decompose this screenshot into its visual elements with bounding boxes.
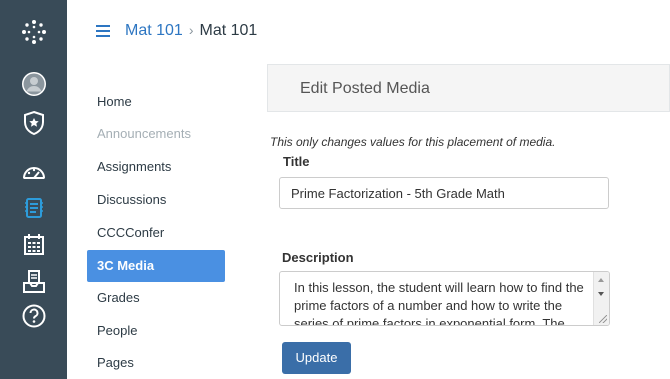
inbox-icon[interactable] (0, 266, 67, 298)
account-icon[interactable] (0, 68, 67, 100)
resize-grip-icon[interactable] (599, 315, 607, 323)
breadcrumb-course-link[interactable]: Mat 101 (125, 22, 183, 39)
description-text: In this lesson, the student will learn h… (294, 280, 584, 326)
edit-media-panel: Edit Posted Media (267, 64, 670, 112)
admin-icon[interactable] (0, 107, 67, 139)
course-nav-announcements[interactable]: Announcements (87, 118, 225, 150)
title-input[interactable]: Prime Factorization - 5th Grade Math (279, 177, 609, 209)
breadcrumb: Mat 101 › Mat 101 (125, 22, 257, 40)
title-label: Title (283, 154, 310, 169)
course-nav-3c-media[interactable]: 3C Media (87, 250, 225, 282)
header: Mat 101 › Mat 101 (67, 0, 670, 60)
panel-title: Edit Posted Media (300, 80, 430, 97)
scroll-up-icon[interactable] (598, 278, 604, 282)
course-nav-discussions[interactable]: Discussions (87, 184, 225, 216)
update-button[interactable]: Update (282, 342, 351, 374)
course-nav-pages[interactable]: Pages (87, 347, 225, 379)
help-icon[interactable] (0, 300, 67, 332)
description-label: Description (282, 250, 354, 265)
scroll-down-icon[interactable] (598, 292, 604, 296)
course-nav-cccconfer[interactable]: CCCConfer (87, 217, 225, 249)
course-nav-assignments[interactable]: Assignments (87, 151, 225, 183)
global-nav (0, 0, 67, 379)
courses-icon[interactable] (0, 192, 67, 224)
course-nav-people[interactable]: People (87, 315, 225, 347)
course-nav-home[interactable]: Home (87, 86, 225, 118)
logo-icon[interactable] (0, 16, 67, 48)
course-nav-grades[interactable]: Grades (87, 282, 225, 314)
breadcrumb-current: Mat 101 (199, 22, 258, 39)
placement-note: This only changes values for this placem… (270, 135, 556, 149)
dashboard-icon[interactable] (0, 156, 67, 188)
breadcrumb-separator: › (188, 22, 194, 38)
calendar-icon[interactable] (0, 229, 67, 261)
hamburger-icon[interactable] (96, 25, 110, 40)
description-textarea[interactable]: In this lesson, the student will learn h… (279, 271, 610, 326)
